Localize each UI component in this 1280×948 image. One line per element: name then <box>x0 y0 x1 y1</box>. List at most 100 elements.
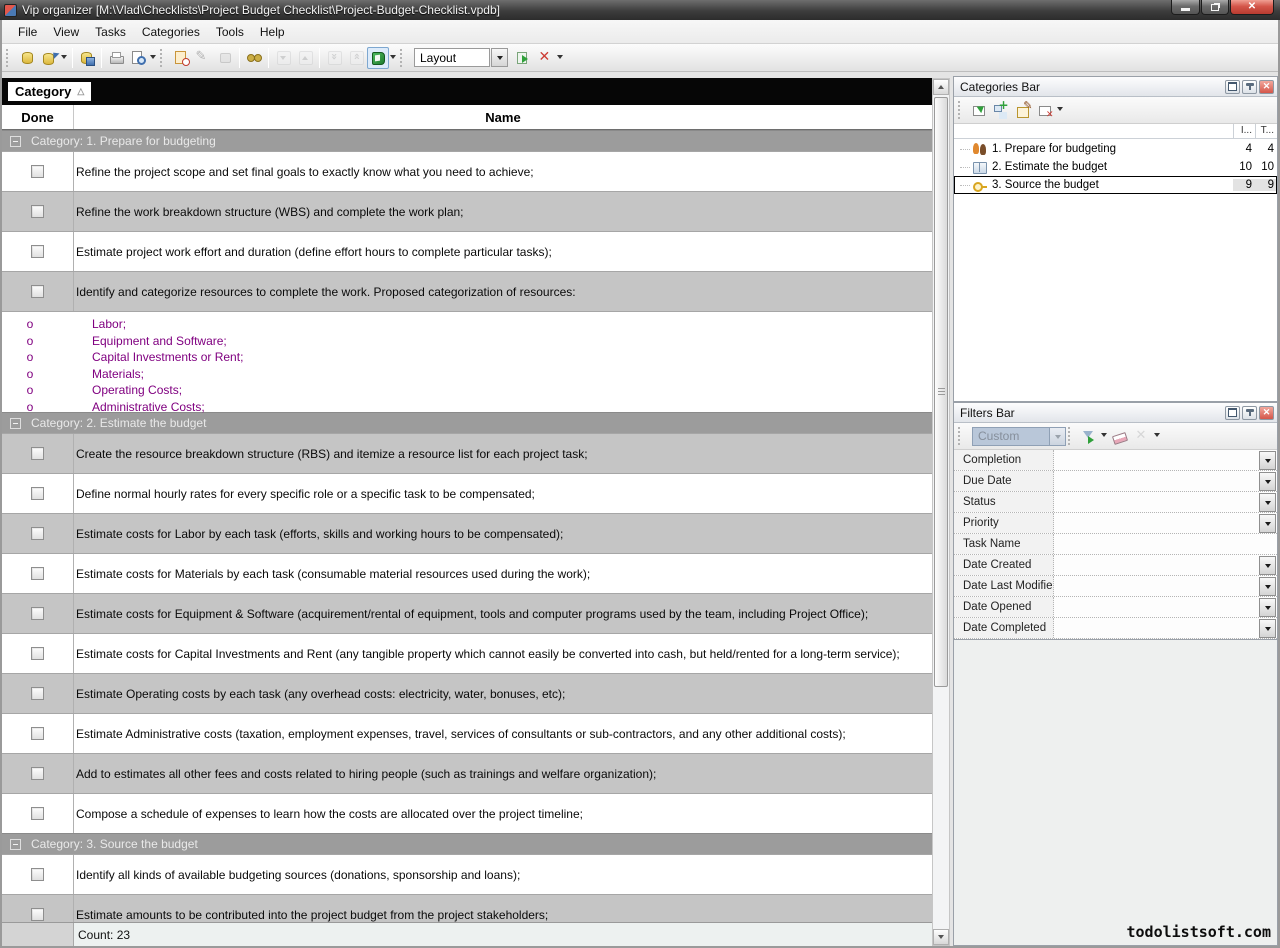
categories-column-total[interactable]: T... <box>1255 124 1277 138</box>
filter-value-field[interactable] <box>1054 555 1259 575</box>
task-checkbox[interactable] <box>31 767 44 780</box>
bullet-list-row[interactable]: oLabor;oEquipment and Software;oCapital … <box>2 311 932 412</box>
menu-view[interactable]: View <box>45 22 87 42</box>
move-to-bottom-button[interactable] <box>323 47 345 69</box>
edit-task-button[interactable] <box>192 47 214 69</box>
menu-help[interactable]: Help <box>252 22 293 42</box>
menu-tasks[interactable]: Tasks <box>87 22 134 42</box>
task-row[interactable]: Estimate Operating costs by each task (a… <box>2 673 932 713</box>
category-group-header[interactable]: Category: 3. Source the budget <box>2 833 932 854</box>
task-checkbox[interactable] <box>31 447 44 460</box>
task-row[interactable]: Compose a schedule of expenses to learn … <box>2 793 932 833</box>
task-row[interactable]: Estimate Administrative costs (taxation,… <box>2 713 932 753</box>
delete-category-button[interactable] <box>1034 99 1056 121</box>
filter-dropdown-button[interactable] <box>1259 577 1276 596</box>
categories-column-undone[interactable]: I... <box>1233 124 1255 138</box>
filter-value-field[interactable] <box>1054 471 1259 491</box>
filter-preset-combobox[interactable]: Custom <box>972 427 1050 446</box>
scroll-down-button[interactable] <box>933 929 949 945</box>
task-checkbox[interactable] <box>31 527 44 540</box>
assign-task-button[interactable] <box>214 47 236 69</box>
filter-value-field[interactable] <box>1054 492 1259 512</box>
filter-dropdown-button[interactable] <box>1259 451 1276 470</box>
new-database-button[interactable] <box>16 47 38 69</box>
filters-close-button[interactable] <box>1259 406 1274 420</box>
scrollbar-thumb[interactable] <box>934 97 948 687</box>
restore-button[interactable] <box>1201 0 1229 15</box>
task-checkbox[interactable] <box>31 567 44 580</box>
categories-close-button[interactable] <box>1259 80 1274 94</box>
view-layout-caret[interactable] <box>389 47 398 69</box>
task-row[interactable]: Refine the work breakdown structure (WBS… <box>2 191 932 231</box>
filter-preset-dropdown-icon[interactable] <box>1050 427 1066 446</box>
task-checkbox[interactable] <box>31 727 44 740</box>
task-checkbox[interactable] <box>31 285 44 298</box>
menu-categories[interactable]: Categories <box>134 22 208 42</box>
column-header-done[interactable]: Done <box>2 105 74 129</box>
save-filter-caret[interactable] <box>1100 425 1109 447</box>
group-by-category-button[interactable]: Category △ <box>8 82 91 101</box>
task-checkbox[interactable] <box>31 908 44 921</box>
filter-value-field[interactable] <box>1054 618 1259 638</box>
task-row[interactable]: Identify and categorize resources to com… <box>2 271 932 311</box>
collapse-icon[interactable] <box>10 418 21 429</box>
task-row[interactable]: Add to estimates all other fees and cost… <box>2 753 932 793</box>
filter-value-field[interactable] <box>1054 534 1277 554</box>
filter-dropdown-button[interactable] <box>1259 598 1276 617</box>
open-database-button[interactable] <box>38 47 60 69</box>
task-checkbox[interactable] <box>31 245 44 258</box>
categories-overflow-caret[interactable] <box>1056 99 1065 121</box>
view-layout-button[interactable] <box>367 47 389 69</box>
task-row[interactable]: Estimate costs for Labor by each task (e… <box>2 513 932 553</box>
filter-value-field[interactable] <box>1054 450 1259 470</box>
column-header-name[interactable]: Name <box>74 105 932 129</box>
delete-filter-button[interactable] <box>1131 425 1153 447</box>
scroll-up-button[interactable] <box>933 79 949 95</box>
move-up-button[interactable] <box>294 47 316 69</box>
category-tree-item[interactable]: 1. Prepare for budgeting44 <box>954 140 1277 158</box>
task-row[interactable]: Estimate project work effort and duratio… <box>2 231 932 271</box>
filter-dropdown-button[interactable] <box>1259 493 1276 512</box>
task-checkbox[interactable] <box>31 647 44 660</box>
print-preview-button[interactable] <box>127 47 149 69</box>
add-subcategory-button[interactable] <box>990 99 1012 121</box>
task-row[interactable]: Identify all kinds of available budgetin… <box>2 854 932 894</box>
clear-filter-button[interactable] <box>1109 425 1131 447</box>
open-database-caret[interactable] <box>60 47 69 69</box>
task-row[interactable]: Define normal hourly rates for every spe… <box>2 473 932 513</box>
filter-dropdown-button[interactable] <box>1259 514 1276 533</box>
task-checkbox[interactable] <box>31 607 44 620</box>
categories-pin-button[interactable] <box>1242 80 1257 94</box>
print-button[interactable] <box>105 47 127 69</box>
filters-overflow-caret[interactable] <box>1153 425 1162 447</box>
save-database-button[interactable] <box>76 47 98 69</box>
save-filter-button[interactable] <box>1078 425 1100 447</box>
collapse-icon[interactable] <box>10 839 21 850</box>
print-preview-caret[interactable] <box>149 47 158 69</box>
layout-combobox[interactable]: Layout <box>414 48 490 67</box>
category-group-header[interactable]: Category: 2. Estimate the budget <box>2 412 932 433</box>
category-tree-item[interactable]: 2. Estimate the budget1010 <box>954 158 1277 176</box>
filter-dropdown-button[interactable] <box>1259 556 1276 575</box>
task-checkbox[interactable] <box>31 165 44 178</box>
filters-maximize-button[interactable] <box>1225 406 1240 420</box>
move-down-button[interactable] <box>272 47 294 69</box>
task-row[interactable]: Create the resource breakdown structure … <box>2 433 932 473</box>
layout-combobox-dropdown-icon[interactable] <box>491 48 508 67</box>
category-group-header[interactable]: Category: 1. Prepare for budgeting <box>2 130 932 151</box>
filter-value-field[interactable] <box>1054 597 1259 617</box>
menu-file[interactable]: File <box>10 22 45 42</box>
find-button[interactable] <box>243 47 265 69</box>
task-checkbox[interactable] <box>31 868 44 881</box>
task-checkbox[interactable] <box>31 205 44 218</box>
task-row[interactable]: Refine the project scope and set final g… <box>2 151 932 191</box>
task-checkbox[interactable] <box>31 807 44 820</box>
filter-value-field[interactable] <box>1054 513 1259 533</box>
collapse-icon[interactable] <box>10 136 21 147</box>
close-button[interactable]: ✕ <box>1230 0 1274 15</box>
apply-layout-button[interactable] <box>512 47 534 69</box>
filter-dropdown-button[interactable] <box>1259 472 1276 491</box>
task-row[interactable]: Estimate costs for Materials by each tas… <box>2 553 932 593</box>
task-checkbox[interactable] <box>31 687 44 700</box>
toolbar-overflow-caret[interactable] <box>556 47 565 69</box>
